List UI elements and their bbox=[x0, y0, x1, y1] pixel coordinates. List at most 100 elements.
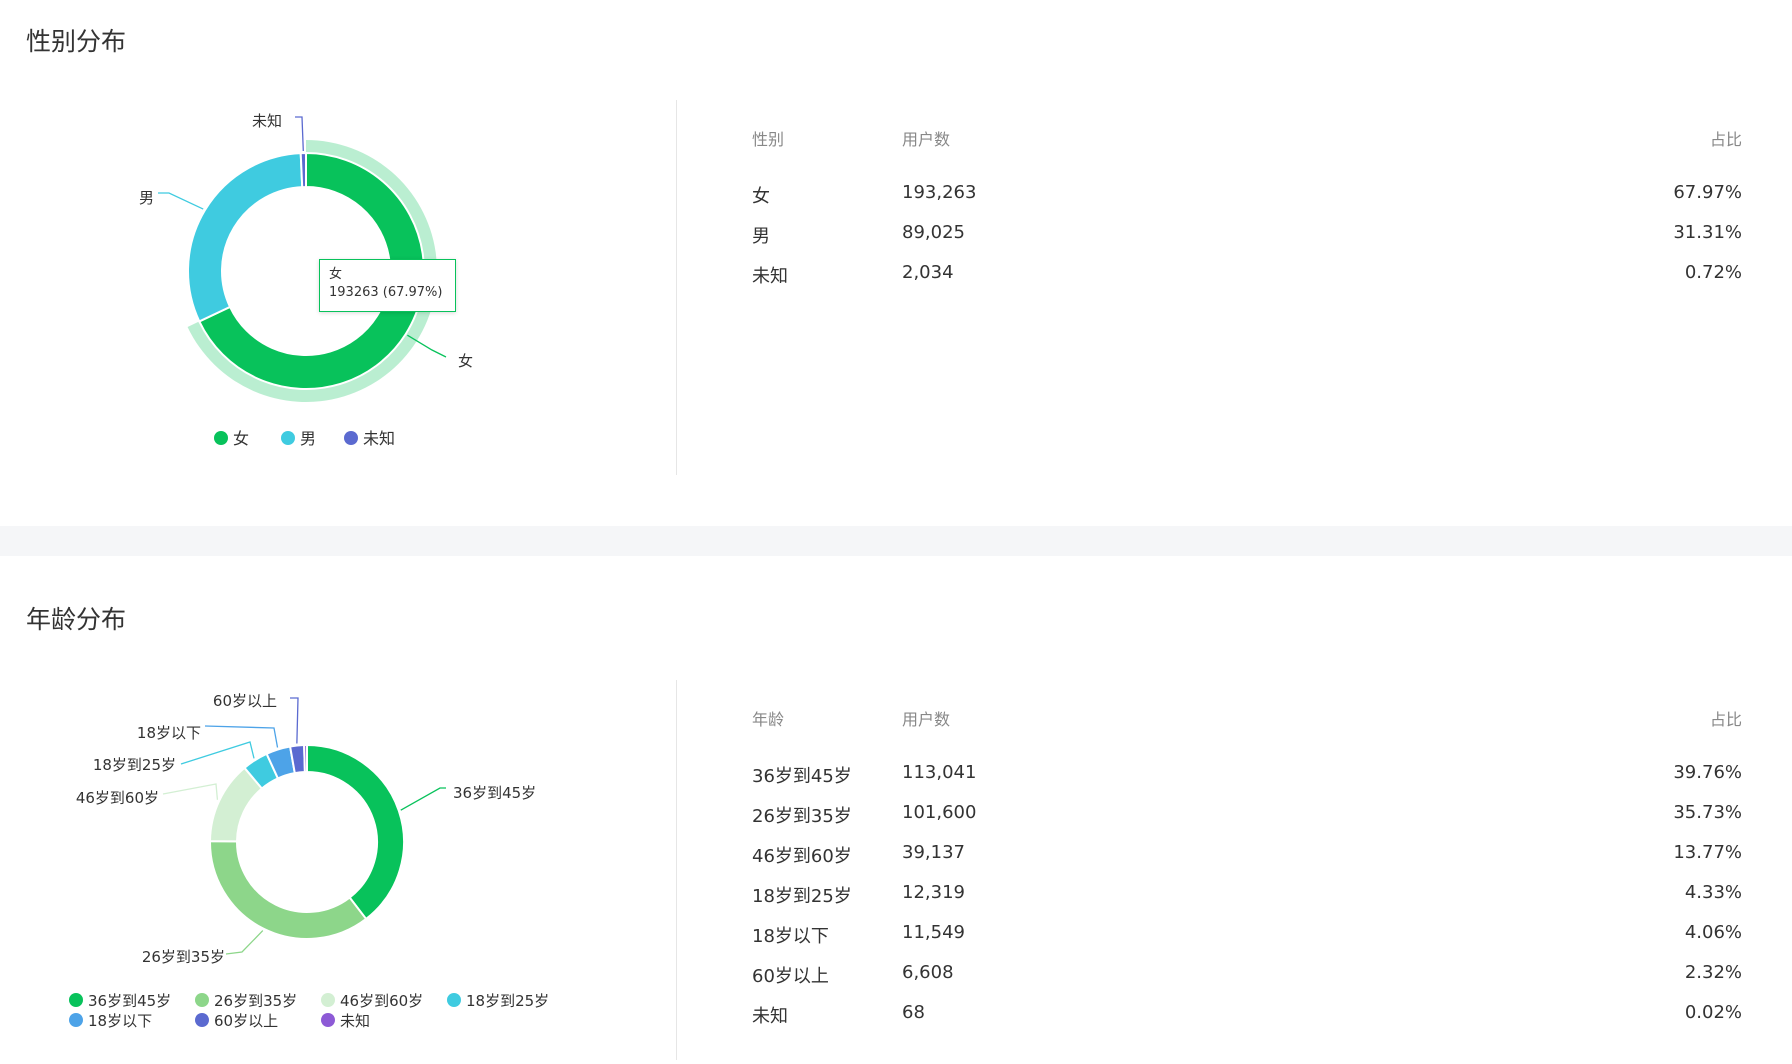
legend-label[interactable]: 46岁到60岁 bbox=[340, 992, 423, 1010]
row-label: 36岁到45岁 bbox=[752, 766, 852, 787]
row-pct: 4.33% bbox=[1684, 882, 1742, 903]
row-label: 女 bbox=[752, 186, 770, 207]
header-age: 年龄 bbox=[752, 710, 785, 729]
table-row: 男 89,025 31.31% bbox=[752, 222, 1742, 262]
row-count: 11,549 bbox=[902, 922, 965, 943]
row-pct: 31.31% bbox=[1673, 222, 1742, 243]
row-label: 18岁以下 bbox=[752, 926, 829, 947]
age-table: 年龄 用户数 占比 36岁到45岁 113,041 39.76% 26岁到35岁… bbox=[752, 706, 1742, 1042]
legend-marker[interactable] bbox=[281, 431, 295, 445]
donut-slice[interactable] bbox=[209, 840, 368, 940]
slice-label: 60岁以上 bbox=[213, 692, 277, 710]
age-donut-chart: 36岁到45岁 26岁到35岁 46岁到60岁 18岁到25岁 18岁以下 60岁以上 36… bbox=[69, 692, 549, 1030]
slice-label: 46岁到60岁 bbox=[76, 789, 159, 807]
table-row: 未知 68 0.02% bbox=[752, 1002, 1742, 1042]
row-label: 60岁以上 bbox=[752, 966, 829, 987]
row-pct: 13.77% bbox=[1673, 842, 1742, 863]
label-leader-line bbox=[290, 697, 299, 744]
legend-label[interactable]: 60岁以上 bbox=[214, 1012, 278, 1030]
gender-table: 性别 用户数 占比 女 193,263 67.97% 男 89,025 31.3… bbox=[752, 126, 1742, 302]
header-users: 用户数 bbox=[902, 710, 951, 729]
legend-label[interactable]: 男 bbox=[300, 429, 316, 448]
vertical-divider bbox=[676, 100, 677, 475]
slice-label: 18岁到25岁 bbox=[93, 756, 176, 774]
table-header: 性别 用户数 占比 bbox=[752, 126, 1742, 182]
row-label: 未知 bbox=[752, 1006, 788, 1027]
legend-marker[interactable] bbox=[344, 431, 358, 445]
legend-label[interactable]: 女 bbox=[233, 429, 249, 448]
legend-marker[interactable] bbox=[195, 993, 209, 1007]
table-row: 46岁到60岁 39,137 13.77% bbox=[752, 842, 1742, 882]
chart-tooltip: 女 193263 (67.97%) bbox=[319, 259, 456, 312]
row-count: 39,137 bbox=[902, 842, 965, 863]
table-row: 18岁以下 11,549 4.06% bbox=[752, 922, 1742, 962]
row-label: 18岁到25岁 bbox=[752, 886, 852, 907]
table-row: 18岁到25岁 12,319 4.33% bbox=[752, 882, 1742, 922]
header-share: 占比 bbox=[1709, 130, 1742, 149]
legend-marker[interactable] bbox=[321, 1013, 335, 1027]
table-row: 26岁到35岁 101,600 35.73% bbox=[752, 802, 1742, 842]
legend-label[interactable]: 18岁以下 bbox=[88, 1012, 152, 1030]
gender-section: 性别分布 女男未知女男未知 女 193263 (67.97%) 性别 用户数 占… bbox=[0, 0, 1792, 526]
label-leader-line bbox=[180, 741, 255, 765]
tooltip-value: 193263 (67.97%) bbox=[329, 285, 443, 300]
label-leader-line bbox=[225, 930, 264, 955]
slice-label: 26岁到35岁 bbox=[142, 948, 225, 966]
table-row: 未知 2,034 0.72% bbox=[752, 262, 1742, 302]
header-users: 用户数 bbox=[902, 130, 951, 149]
header-share: 占比 bbox=[1709, 710, 1742, 729]
label-leader-line bbox=[400, 787, 446, 811]
legend-marker[interactable] bbox=[195, 1013, 209, 1027]
label-leader-line bbox=[295, 116, 304, 152]
row-label: 26岁到35岁 bbox=[752, 806, 852, 827]
donut-slice[interactable] bbox=[303, 743, 308, 774]
row-count: 12,319 bbox=[902, 882, 965, 903]
tooltip-name: 女 bbox=[329, 267, 343, 282]
donut-slice[interactable] bbox=[299, 151, 307, 189]
row-pct: 0.72% bbox=[1684, 262, 1742, 283]
legend-label[interactable]: 未知 bbox=[363, 429, 395, 448]
donut-slice[interactable] bbox=[306, 743, 405, 921]
row-count: 2,034 bbox=[902, 262, 954, 283]
row-count: 113,041 bbox=[902, 762, 977, 783]
legend-marker[interactable] bbox=[214, 431, 228, 445]
row-pct: 0.02% bbox=[1684, 1002, 1742, 1023]
table-row: 36岁到45岁 113,041 39.76% bbox=[752, 762, 1742, 802]
legend-marker[interactable] bbox=[69, 993, 83, 1007]
age-section: 年龄分布 36岁到45岁 26岁到35岁 46岁到60岁 18岁到25岁 18岁以下 60… bbox=[0, 556, 1792, 1064]
row-count: 193,263 bbox=[902, 182, 977, 203]
row-pct: 39.76% bbox=[1673, 762, 1742, 783]
legend-label[interactable]: 18岁到25岁 bbox=[466, 992, 549, 1010]
table-header: 年龄 用户数 占比 bbox=[752, 706, 1742, 762]
row-pct: 4.06% bbox=[1684, 922, 1742, 943]
row-pct: 35.73% bbox=[1673, 802, 1742, 823]
row-count: 6,608 bbox=[902, 962, 954, 983]
row-count: 89,025 bbox=[902, 222, 965, 243]
section-separator bbox=[0, 526, 1792, 556]
vertical-divider bbox=[676, 680, 677, 1060]
legend-marker[interactable] bbox=[321, 993, 335, 1007]
row-count: 101,600 bbox=[902, 802, 977, 823]
label-leader-line bbox=[162, 783, 219, 800]
table-row: 女 193,263 67.97% bbox=[752, 182, 1742, 222]
legend-label[interactable]: 26岁到35岁 bbox=[214, 992, 297, 1010]
slice-label: 未知 bbox=[252, 112, 282, 130]
slice-label: 女 bbox=[458, 352, 473, 370]
row-label: 男 bbox=[752, 226, 770, 247]
legend-marker[interactable] bbox=[69, 1013, 83, 1027]
legend-marker[interactable] bbox=[447, 993, 461, 1007]
row-pct: 67.97% bbox=[1673, 182, 1742, 203]
row-label: 46岁到60岁 bbox=[752, 846, 852, 867]
label-leader-line bbox=[158, 192, 204, 210]
legend-label[interactable]: 36岁到45岁 bbox=[88, 992, 171, 1010]
slice-label: 36岁到45岁 bbox=[453, 784, 536, 802]
header-gender: 性别 bbox=[752, 130, 785, 149]
table-row: 60岁以上 6,608 2.32% bbox=[752, 962, 1742, 1002]
slice-label: 18岁以下 bbox=[137, 724, 201, 742]
donut-slice[interactable] bbox=[187, 152, 304, 323]
row-pct: 2.32% bbox=[1684, 962, 1742, 983]
slice-label: 男 bbox=[139, 189, 154, 207]
legend-label[interactable]: 未知 bbox=[340, 1012, 370, 1030]
row-label: 未知 bbox=[752, 266, 788, 287]
row-count: 68 bbox=[902, 1002, 925, 1023]
